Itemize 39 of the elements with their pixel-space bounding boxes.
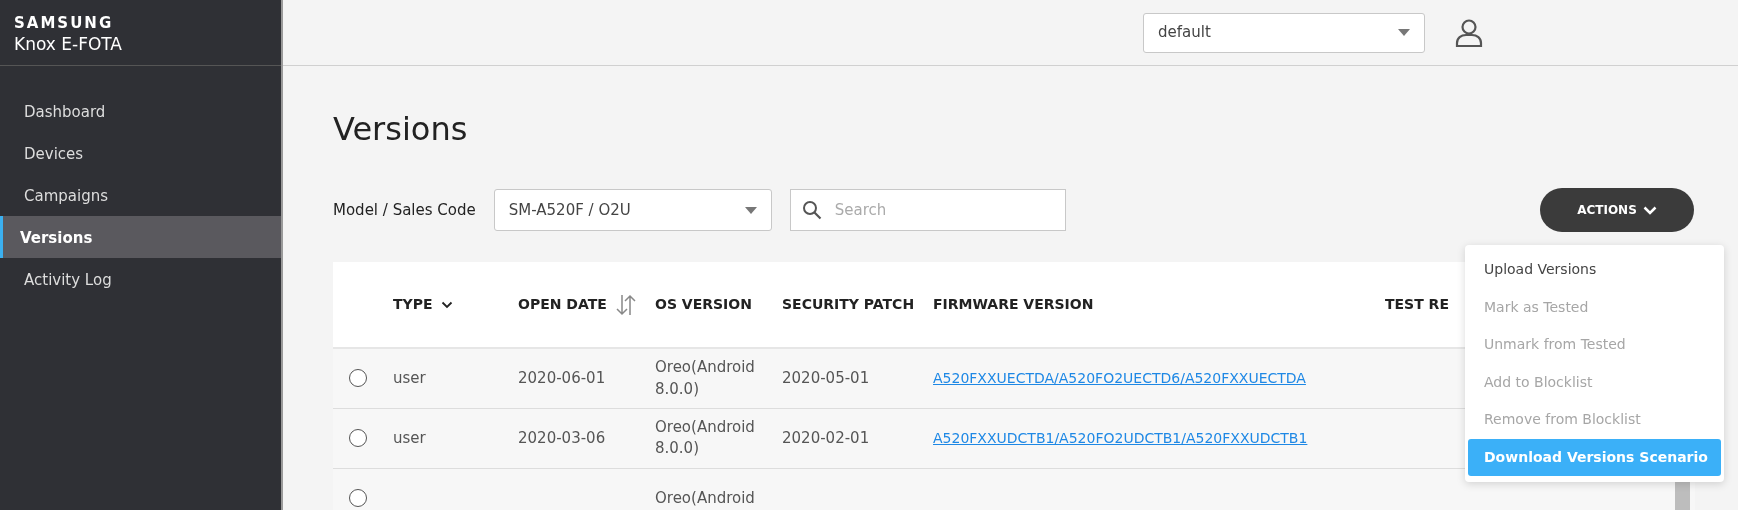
table-cell: 2020-05-01 <box>782 368 870 387</box>
search-icon <box>801 200 822 221</box>
table-cell: 2020-03-06 <box>518 428 606 447</box>
sidebar-item[interactable]: Activity Log <box>0 258 281 300</box>
table-cell: user <box>393 428 426 447</box>
search-field[interactable]: Search <box>789 189 1066 232</box>
table-cell: Oreo(Android <box>655 488 755 507</box>
sidebar-item[interactable]: Versions <box>0 216 281 258</box>
chevron-down-icon <box>1642 205 1657 215</box>
column-header[interactable]: TYPE <box>393 294 433 316</box>
table-cell: user <box>393 368 426 387</box>
page-title: Versions <box>333 110 468 149</box>
sidebar-item[interactable]: Campaigns <box>0 174 281 216</box>
workspace-select[interactable]: default <box>1143 12 1425 53</box>
sidebar-item[interactable]: Devices <box>0 132 281 174</box>
chevron-down-icon[interactable] <box>440 300 453 309</box>
brand-product: Knox E-FOTA <box>14 34 122 54</box>
column-header: FIRMWARE VERSION <box>933 295 1094 315</box>
sort-icon[interactable] <box>614 292 637 317</box>
sidebar-item[interactable]: Dashboard <box>0 90 281 132</box>
column-header[interactable]: OPEN DATE <box>518 294 607 316</box>
column-header: OS VERSION <box>655 295 752 315</box>
dropdown-caret-icon <box>1398 29 1410 36</box>
table-cell: 2020-06-01 <box>518 368 606 387</box>
radio-button[interactable] <box>349 489 367 507</box>
column-header: SECURITY PATCH <box>782 295 915 315</box>
table-cell: 2020-02-01 <box>782 428 870 447</box>
user-icon[interactable] <box>1455 17 1483 48</box>
menu-item[interactable]: Upload Versions <box>1468 251 1721 289</box>
radio-button[interactable] <box>349 429 367 447</box>
actions-button[interactable]: ACTIONS <box>1540 188 1694 233</box>
dropdown-caret-icon <box>744 206 757 214</box>
model-select[interactable]: SM-A520F / O2U <box>493 189 772 232</box>
column-header: TEST RE <box>1385 295 1449 315</box>
model-label: Model / Sales Code <box>333 200 476 222</box>
brand-company: SAMSUNG <box>14 15 114 31</box>
radio-button[interactable] <box>349 369 367 388</box>
table-cell: Oreo(Android 8.0.0) <box>655 357 755 398</box>
table-cell: Oreo(Android 8.0.0) <box>655 417 755 458</box>
